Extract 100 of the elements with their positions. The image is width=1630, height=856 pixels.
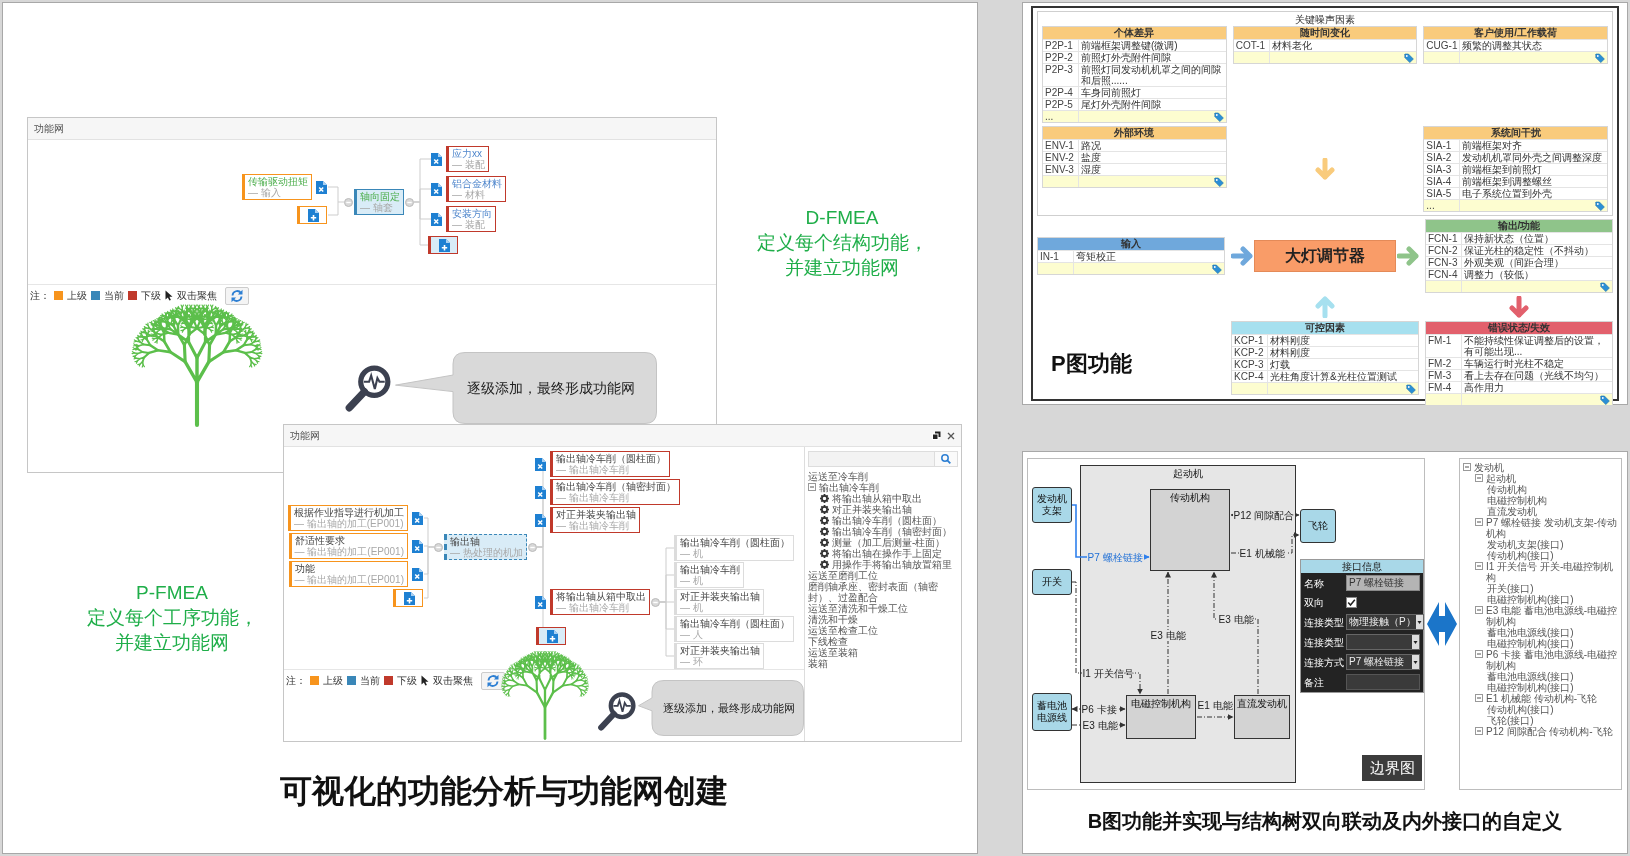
tag-icon[interactable]	[1600, 281, 1610, 292]
tree-item[interactable]: 直流发动机	[1487, 506, 1537, 517]
close-icon[interactable]	[947, 431, 955, 440]
tree-item[interactable]: 装箱	[808, 658, 828, 669]
component-box[interactable]: 电磁控制机构	[1126, 695, 1196, 739]
add-node-button[interactable]	[536, 627, 566, 645]
tree-item[interactable]: P6 卡接 蓄电池电源线-电磁控制机构	[1486, 649, 1618, 671]
file-x-icon[interactable]	[316, 180, 327, 194]
tree-item[interactable]: 下线检查	[808, 636, 848, 647]
map-node[interactable]: 对正并装夹输出轴 — 环	[674, 643, 764, 669]
add-row[interactable]	[1038, 262, 1224, 274]
file-x-icon[interactable]	[412, 539, 423, 553]
add-row[interactable]	[1426, 280, 1612, 292]
minus-square-icon[interactable]	[1475, 562, 1483, 570]
add-node-button[interactable]	[428, 236, 458, 254]
tree-item[interactable]: 传动机构(接口)	[1487, 550, 1554, 561]
checkbox[interactable]	[1346, 597, 1357, 608]
tree-item[interactable]: 输出轴冷车削（轴密封面）	[832, 526, 952, 537]
file-x-icon[interactable]	[431, 152, 442, 166]
text-field[interactable]	[1346, 674, 1420, 690]
tree-item[interactable]: 电磁控制机构(接口)	[1487, 594, 1574, 605]
text-field[interactable]: P7 螺栓链接	[1346, 575, 1420, 591]
tag-icon[interactable]	[1595, 52, 1605, 63]
tree-item[interactable]: 蓄电池电源线(接口)	[1487, 627, 1574, 638]
tree-item[interactable]: 测量（加工后测量-柱面）	[832, 537, 946, 548]
tree-item[interactable]: 磨削轴承座、密封表面（轴密封）、过盈配合	[808, 581, 958, 603]
add-row[interactable]	[1232, 382, 1418, 394]
minus-square-icon[interactable]	[1475, 606, 1483, 614]
minus-square-icon[interactable]	[1475, 694, 1483, 702]
add-row[interactable]	[1043, 175, 1226, 187]
tree-item[interactable]: 运送至清洗和干燥工位	[808, 603, 908, 614]
tree-item[interactable]: 发动机支架(接口)	[1487, 539, 1564, 550]
tree-item[interactable]: P7 螺栓链接 发动机支架-传动机构	[1486, 517, 1618, 539]
file-plus-icon[interactable]	[307, 208, 319, 222]
external-node[interactable]: 飞轮	[1300, 509, 1336, 543]
tree-item[interactable]: 清洗和干燥	[808, 614, 858, 625]
tag-icon[interactable]	[1404, 52, 1415, 63]
file-x-icon[interactable]	[535, 457, 546, 471]
file-plus-icon[interactable]	[403, 591, 415, 605]
map-node[interactable]: 输出轴冷车削（轴密封面） — 输出轴冷车削	[550, 479, 680, 505]
file-x-icon[interactable]	[431, 182, 442, 196]
tree-item[interactable]: 起动机	[1486, 473, 1516, 484]
component-box[interactable]: 直流发动机	[1234, 695, 1290, 739]
map-node[interactable]: 对正并装夹输出轴 — 输出轴冷车削	[550, 507, 640, 533]
file-plus-icon[interactable]	[438, 238, 450, 252]
add-row[interactable]: ...	[1424, 199, 1607, 211]
minus-square-icon[interactable]	[1463, 463, 1471, 471]
tree-item[interactable]: 用操作手将输出轴放置箱里	[832, 559, 952, 570]
tree-item[interactable]: 运送至磨削工位	[808, 570, 878, 581]
dropdown[interactable]	[1346, 634, 1420, 650]
tree-item[interactable]: 输出轴冷车削（圆柱面）	[832, 515, 942, 526]
tree-item[interactable]: 传动机构(接口)	[1487, 704, 1554, 715]
dropdown[interactable]: P7 螺栓链接	[1346, 654, 1420, 670]
map-node[interactable]: 输出轴冷车削 — 机	[674, 562, 744, 588]
file-x-icon[interactable]	[412, 511, 423, 525]
tree-item[interactable]: 电磁控制机构(接口)	[1487, 638, 1574, 649]
restore-icon[interactable]	[932, 431, 941, 440]
tree-item[interactable]: 传动机构	[1487, 484, 1527, 495]
tree-item[interactable]: 将输出轴在操作手上固定	[832, 548, 942, 559]
external-node[interactable]: 发动机支架	[1032, 487, 1072, 523]
add-row[interactable]: ...	[1043, 110, 1226, 122]
tree-item[interactable]: 蓄电池电源线(接口)	[1487, 671, 1574, 682]
tree-item[interactable]: 开关(接口)	[1487, 583, 1534, 594]
tree-item[interactable]: 飞轮(接口)	[1487, 715, 1534, 726]
tag-icon[interactable]	[1213, 176, 1224, 187]
tree-item[interactable]: 输出轴冷车削	[819, 482, 879, 493]
add-node-button[interactable]	[297, 206, 327, 224]
tree-item[interactable]: E3 电能 蓄电池电源线-电磁控制机构	[1486, 605, 1618, 627]
dropdown[interactable]: 物理接触（P）	[1346, 614, 1424, 630]
search-field[interactable]	[808, 451, 934, 467]
tree-item[interactable]: 发动机	[1474, 462, 1504, 473]
map-node[interactable]: 输出轴 — 热处理的机加	[444, 534, 527, 560]
tree-item[interactable]: 电磁控制机构(接口)	[1487, 682, 1574, 693]
component-box[interactable]: 传动机构	[1150, 489, 1230, 571]
refresh-button[interactable]	[225, 286, 249, 305]
tree-item[interactable]: P12 间隙配合 传动机构-飞轮	[1486, 726, 1613, 737]
minus-square-icon[interactable]	[1475, 727, 1483, 735]
tree-item[interactable]: 对正并装夹输出轴	[832, 504, 912, 515]
tree-item[interactable]: 运送至装箱	[808, 647, 858, 658]
map-node[interactable]: 根据作业指导进行机加工 — 输出轴的加工(EP001)	[288, 505, 408, 531]
external-node[interactable]: 开关	[1032, 569, 1072, 595]
map-node[interactable]: 应力xx — 装配	[446, 146, 489, 172]
tag-icon[interactable]	[1600, 394, 1610, 405]
map-node[interactable]: 舒适性要求 — 输出轴的加工(EP001)	[288, 533, 408, 559]
add-row[interactable]	[1233, 51, 1417, 63]
minus-square-icon[interactable]	[1475, 474, 1483, 482]
minus-square-icon[interactable]	[1475, 650, 1483, 658]
map-node[interactable]: 安装方向 — 装配	[446, 206, 496, 232]
map-node[interactable]: 功能 — 输出轴的加工(EP001)	[288, 561, 408, 587]
map-node[interactable]: 铝合金材料 — 材料	[446, 176, 506, 202]
tree-item[interactable]: E1 机械能 传动机构-飞轮	[1486, 693, 1598, 704]
file-x-icon[interactable]	[535, 595, 546, 609]
file-x-icon[interactable]	[535, 485, 546, 499]
map-node[interactable]: 对正并装夹输出轴 — 机	[674, 589, 764, 615]
tree-item[interactable]: 将输出轴从箱中取出	[832, 493, 922, 504]
minus-square-icon[interactable]	[808, 483, 816, 491]
file-plus-icon[interactable]	[546, 629, 558, 643]
file-x-icon[interactable]	[431, 212, 442, 226]
tree-item[interactable]: 电磁控制机构	[1487, 495, 1547, 506]
map-node[interactable]: 将输出轴从箱中取出 — 输出轴冷车削	[550, 589, 650, 615]
